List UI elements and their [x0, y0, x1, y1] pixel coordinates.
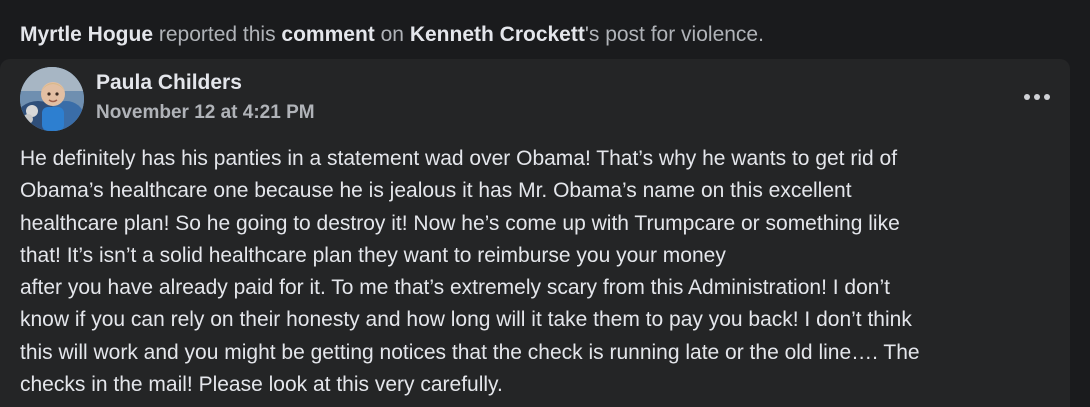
more-dot-3	[1044, 94, 1050, 100]
comment-text: He definitely has his panties in a state…	[20, 143, 1060, 401]
comment-author[interactable]: Paula Childers	[96, 70, 242, 96]
comment-line: He definitely has his panties in a state…	[20, 147, 898, 170]
avatar[interactable]	[20, 67, 84, 131]
comment-line: checks in the mail! Please look at this …	[20, 373, 503, 397]
reporter-name[interactable]: Myrtle Hogue	[20, 23, 153, 46]
more-dot-1	[1024, 94, 1030, 100]
reported-object[interactable]: comment	[281, 23, 374, 46]
avatar-photo	[20, 67, 84, 131]
more-dot-2	[1034, 94, 1040, 100]
report-page: Myrtle Hogue reported this comment on Ke…	[0, 0, 1090, 407]
comment-line: Obama’s healthcare one because he is jea…	[20, 179, 852, 203]
comment-card: Paula Childers November 12 at 4:21 PM He…	[0, 59, 1070, 407]
post-owner-name[interactable]: Kenneth Crockett	[410, 23, 585, 46]
more-options-icon[interactable]	[1020, 87, 1054, 107]
comment-line: know if you can rely on their honesty an…	[20, 308, 912, 332]
comment-line: that! It’s isn’t a solid healthcare plan…	[20, 243, 726, 267]
report-text-2: on	[374, 23, 410, 46]
comment-line: this will work and you might be getting …	[20, 340, 920, 364]
report-summary: Myrtle Hogue reported this comment on Ke…	[20, 20, 1070, 50]
comment-line: after you have already paid for it. To m…	[20, 276, 890, 300]
report-text-3: 's post for violence.	[584, 23, 764, 46]
comment-line: healthcare plan! So he going to destroy …	[20, 211, 900, 235]
comment-timestamp[interactable]: November 12 at 4:21 PM	[96, 101, 315, 125]
report-text-1: reported this	[153, 23, 282, 46]
